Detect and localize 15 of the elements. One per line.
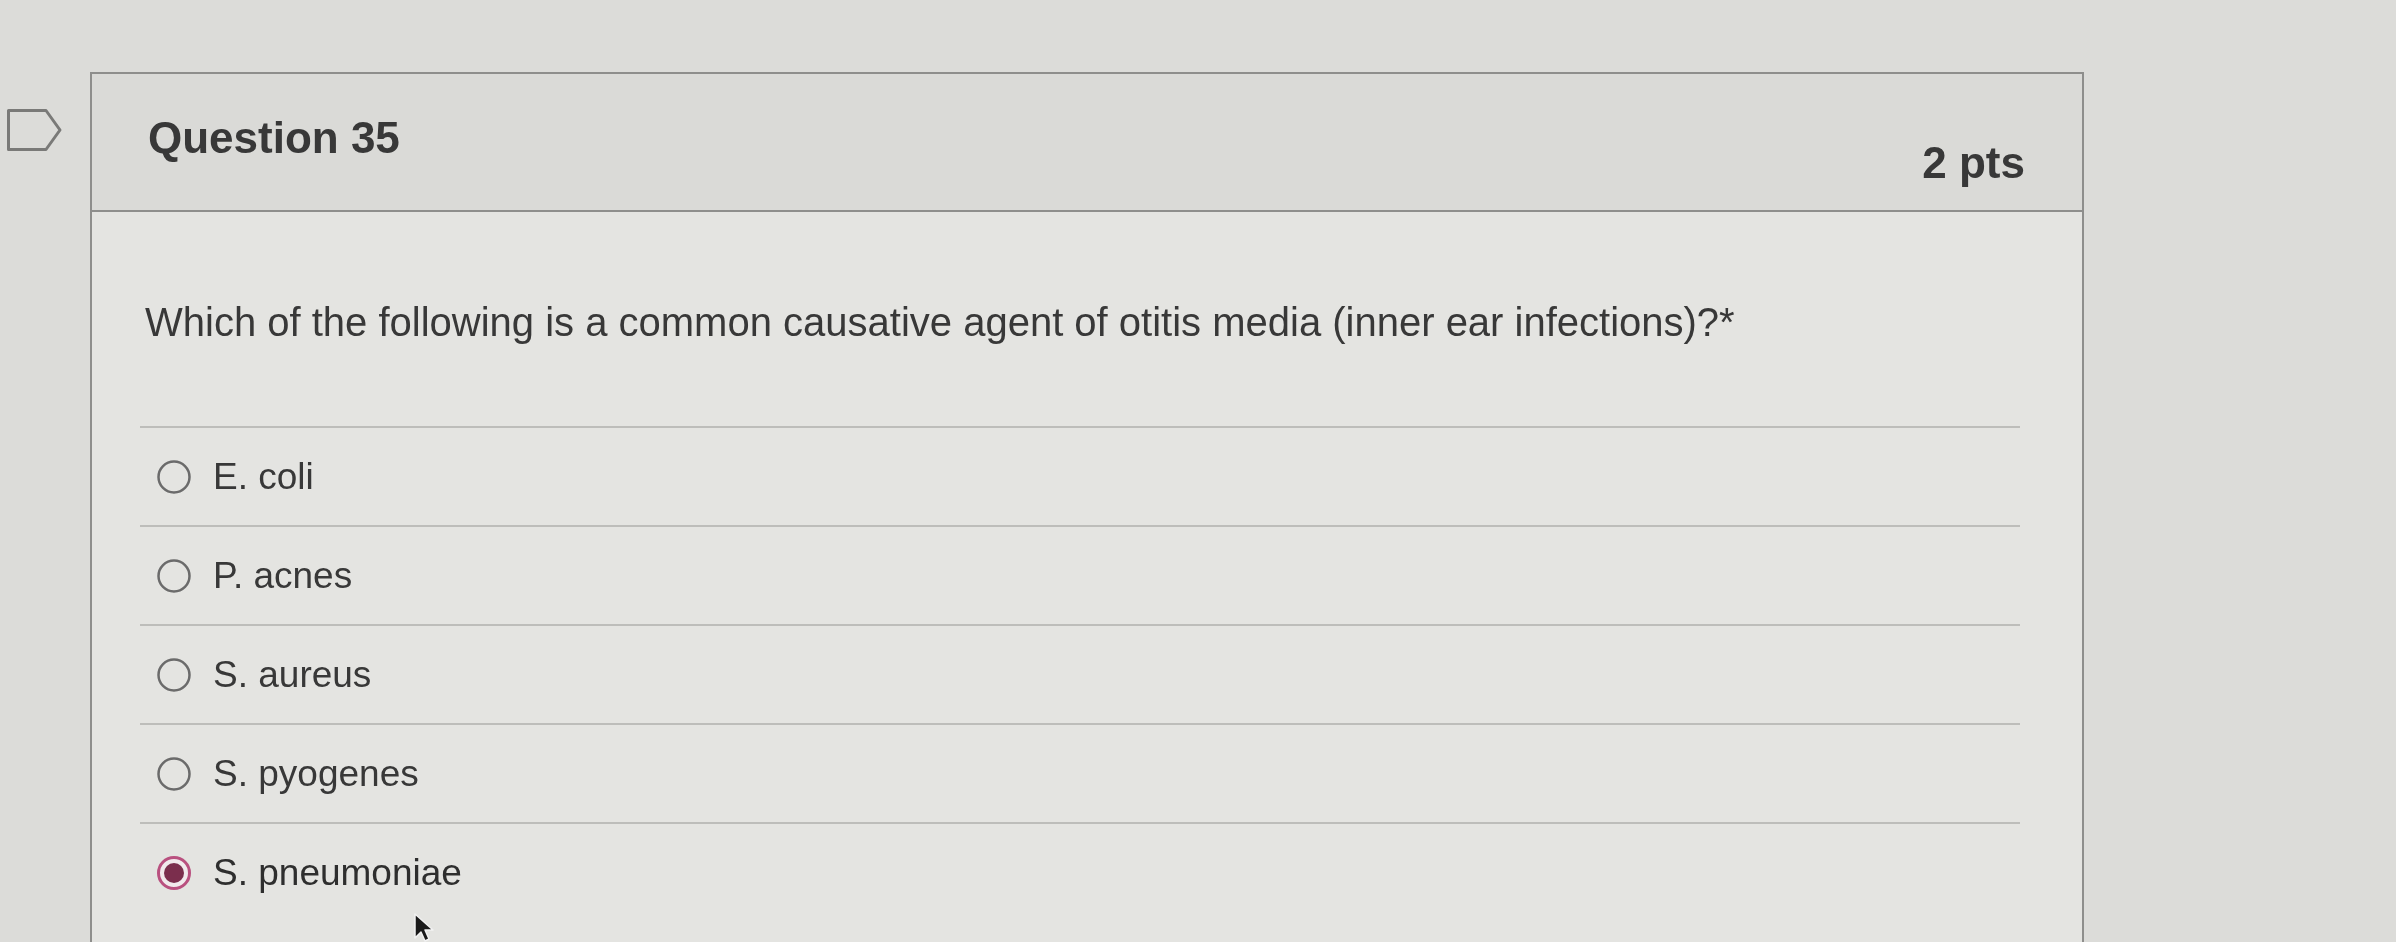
points-label: 2 pts — [1922, 138, 2025, 188]
question-text: Which of the following is a common causative agent of otitis media (inner ear infections)?* — [144, 299, 1736, 345]
cursor-icon — [413, 912, 435, 942]
radio-button[interactable] — [157, 459, 191, 494]
radio-button[interactable] — [157, 558, 191, 593]
answer-label[interactable]: S. pyogenes — [213, 751, 419, 796]
radio-button[interactable] — [157, 657, 191, 692]
question-title: Question 35 — [148, 113, 400, 163]
answer-label[interactable]: S. aureus — [213, 652, 372, 697]
answer-label[interactable]: E. coli — [213, 454, 314, 499]
answer-label[interactable]: P. acnes — [213, 553, 353, 598]
radio-button[interactable] — [157, 855, 191, 890]
flag-icon[interactable] — [7, 109, 62, 151]
radio-button[interactable] — [157, 756, 191, 791]
answer-label[interactable]: S. pneumoniae — [213, 850, 462, 895]
